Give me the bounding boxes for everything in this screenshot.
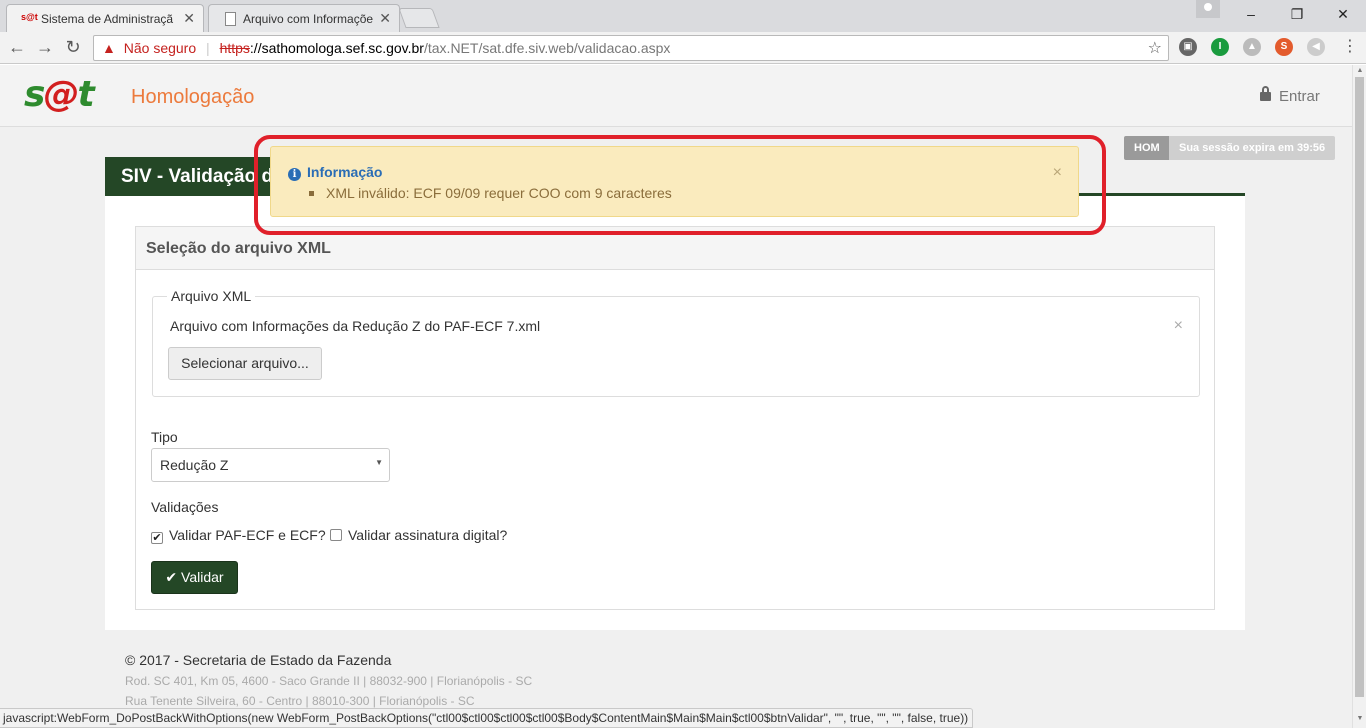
tipo-select[interactable]: Redução Z ▼	[151, 448, 390, 482]
highlight-annotation	[254, 135, 1106, 235]
footer-address-2: Rua Tenente Silveira, 60 - Centro | 8801…	[125, 694, 475, 708]
warning-icon: ▲	[102, 40, 116, 56]
tab-arquivo[interactable]: Arquivo com Informaçõe ✕	[208, 4, 400, 32]
url-path: /tax.NET/sat.dfe.siv.web/validacao.aspx	[423, 40, 671, 56]
selected-file-name: Arquivo com Informações da Redução Z do …	[170, 318, 541, 334]
tab-title: Arquivo com Informaçõe	[243, 12, 374, 26]
tipo-value: Redução Z	[160, 457, 229, 473]
tab-close-icon[interactable]: ✕	[379, 10, 391, 27]
checkbox-checked-icon[interactable]: ✔	[151, 532, 163, 544]
scroll-thumb[interactable]	[1355, 77, 1364, 697]
select-caret-icon: ▼	[375, 458, 383, 467]
tab-sat-admin[interactable]: s@t Sistema de Administraçã ✕	[6, 4, 204, 32]
url-host: ://sathomologa.sef.sc.gov.br	[249, 40, 424, 56]
extension-s-icon[interactable]: S	[1275, 38, 1293, 56]
file-legend: Arquivo XML	[167, 288, 256, 304]
new-tab-button[interactable]	[398, 8, 440, 28]
xml-selection-panel: Seleção do arquivo XML Arquivo XML Arqui…	[135, 226, 1215, 610]
back-icon[interactable]: ←	[5, 36, 29, 60]
extension-film-icon[interactable]: ▣	[1179, 38, 1197, 56]
sat-logo[interactable]: s@t	[24, 75, 95, 115]
restore-icon[interactable]: ❐	[1274, 0, 1320, 30]
forward-icon[interactable]: →	[33, 36, 57, 60]
lock-icon	[1260, 86, 1271, 101]
browser-toolbar: ← → ↻ ▲ Não seguro | https://sathomologa…	[0, 32, 1366, 64]
minimize-icon[interactable]: –	[1228, 0, 1274, 30]
select-file-button[interactable]: Selecionar arquivo...	[168, 347, 322, 380]
environment-title: Homologação	[131, 86, 255, 108]
tab-close-icon[interactable]: ✕	[183, 10, 195, 27]
tab-strip: s@t Sistema de Administraçã ✕ Arquivo co…	[0, 0, 1366, 32]
scroll-down-icon[interactable]: ▼	[1353, 715, 1366, 722]
extension-green-icon[interactable]: I	[1211, 38, 1229, 56]
browser-menu-icon[interactable]: ⋮	[1340, 36, 1360, 56]
reload-icon[interactable]: ↻	[61, 36, 85, 60]
security-label[interactable]: Não seguro	[124, 40, 196, 56]
url-scheme: https	[219, 40, 250, 56]
document-icon	[225, 12, 236, 26]
check-icon: ✔	[165, 569, 178, 585]
check-assinatura[interactable]: Validar assinatura digital?	[330, 527, 507, 543]
extension-drive-icon[interactable]: ▲	[1243, 38, 1261, 56]
page-scrollbar[interactable]: ▲ ▼	[1352, 65, 1366, 728]
validar-button[interactable]: ✔ Validar	[151, 561, 238, 594]
checkbox-unchecked-icon[interactable]	[330, 529, 342, 541]
footer-address-1: Rod. SC 401, Km 05, 4600 - Saco Grande I…	[125, 674, 533, 688]
remove-file-icon[interactable]: ×	[1174, 317, 1183, 335]
address-bar[interactable]: ▲ Não seguro | https://sathomologa.sef.s…	[93, 35, 1169, 61]
bookmark-star-icon[interactable]: ☆	[1148, 38, 1162, 58]
extension-speaker-icon[interactable]: ◀	[1307, 38, 1325, 56]
footer-copyright: © 2017 - Secretaria de Estado da Fazenda	[125, 652, 392, 668]
scroll-up-icon[interactable]: ▲	[1353, 67, 1366, 74]
page-viewport: s@t Homologação Entrar HOM Sua sessão ex…	[0, 65, 1352, 728]
omnibox-separator: |	[206, 40, 210, 56]
validacoes-label: Validações	[151, 499, 219, 515]
check-paf-ecf[interactable]: ✔ Validar PAF-ECF e ECF?	[151, 527, 326, 544]
login-link[interactable]: Entrar	[1260, 86, 1320, 105]
site-header: s@t Homologação Entrar	[0, 65, 1352, 127]
tipo-label: Tipo	[151, 429, 178, 445]
close-window-icon[interactable]: ✕	[1320, 0, 1366, 30]
profile-icon[interactable]	[1196, 0, 1220, 18]
status-bar: javascript:WebForm_DoPostBackWithOptions…	[0, 708, 974, 728]
file-fieldset: Arquivo XML Arquivo com Informações da R…	[152, 288, 1200, 397]
tab-title: Sistema de Administraçã	[41, 12, 174, 26]
sat-favicon-icon: s@t	[21, 12, 38, 22]
